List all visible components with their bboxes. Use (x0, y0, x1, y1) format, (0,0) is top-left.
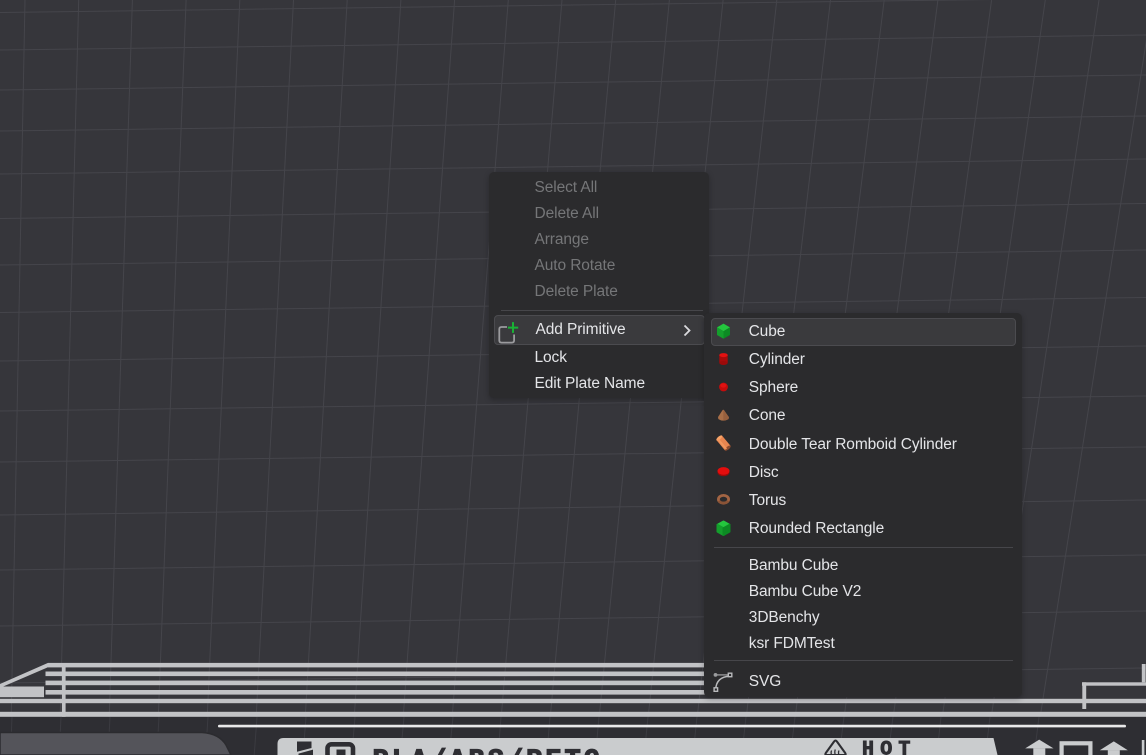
svg-text:HOT: HOT (862, 739, 917, 755)
svg-text:PLA/ABS/PETG: PLA/ABS/PETG (373, 747, 603, 755)
